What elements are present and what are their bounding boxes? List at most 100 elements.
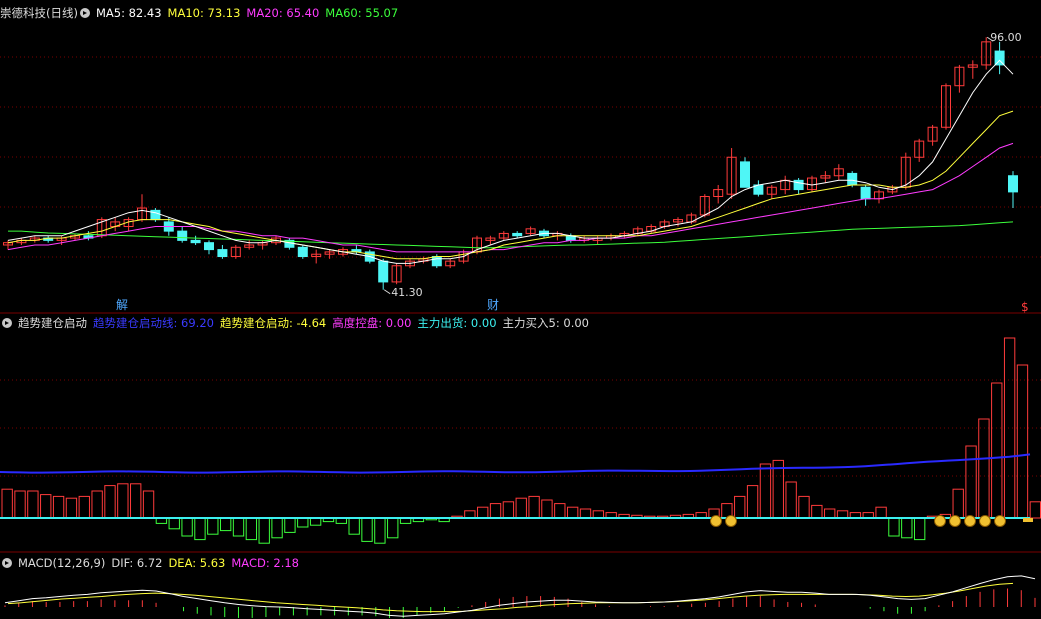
dif-line [4,575,1036,617]
indicator-bar [798,495,810,519]
high-price-label: 96.00 [990,31,1022,44]
indicator-bar [477,506,489,519]
indicator-bar [27,490,39,519]
stock-name: 崇德科技(日线) [0,6,78,20]
money-bag-icon [964,515,976,527]
indicator-bar [348,517,360,535]
indicator-bar [579,508,592,519]
indicator-bar [554,503,566,519]
indicator-bar [1,488,13,519]
indicator-bar [888,517,900,537]
indicator-bar [361,517,373,542]
indicator-bar [875,506,887,519]
trend-start-label: 趋势建仓启动: -4.64 [219,316,327,330]
ma20-label: MA20: 65.40 [246,6,320,20]
indicator-bar [130,483,142,519]
macd-name: MACD(12,26,9) [18,556,106,570]
signal-block [1023,518,1033,522]
indicator-bar [309,517,322,526]
settings-toggle-icon[interactable] [79,8,90,18]
grid-lines [0,56,1041,553]
indicator-header: 趋势建仓启动 趋势建仓启动线: 69.20 趋势建仓启动: -4.64 高度控盘: 0… [0,315,595,331]
indicator-name: 趋势建仓启动 [18,316,87,330]
indicator-bar [1003,337,1016,519]
indicator-bar [1016,364,1029,519]
indicator-bar [1029,501,1041,519]
candle-body [217,249,228,258]
indicator-bar [194,517,206,541]
ma60-label: MA60: 55.07 [325,6,399,20]
indicator-bar [297,517,309,528]
indicator-bar [78,495,90,519]
indicator-bar [592,510,605,519]
indicator-bar [824,508,836,519]
marker-dollar[interactable]: $ [1021,300,1029,314]
indicator-bar [515,497,527,519]
price-header: 崇德科技(日线) MA5: 82.43 MA10: 73.13 MA20: 65.40… [0,5,404,21]
indicator-bar [14,490,26,519]
money-bag-icon [994,515,1006,527]
candle-body [1008,175,1018,193]
indicator-panel[interactable] [0,337,1041,544]
ma10-label: MA10: 73.13 [167,6,241,20]
indicator-bar [502,501,515,519]
main-sell-label: 主力出货: 0.00 [417,316,497,330]
chart-labels: 96.00 41.30 解 财 $ [116,31,1029,314]
candle-body [860,186,871,200]
candle-body [190,239,201,244]
main-buy-label: 主力买入5: 0.00 [502,316,589,330]
money-bag-icon [979,515,991,527]
indicator-bar [271,517,283,539]
indicator-toggle-icon[interactable] [2,318,12,328]
money-bag-icon [934,515,946,527]
dea-label: DEA: 5.63 [168,556,226,570]
indicator-bar [284,517,296,533]
indicator-bar [219,517,232,532]
indicator-bar [387,517,399,539]
indicator-bar [52,495,65,519]
indicator-bar [913,517,926,541]
indicator-bar [978,418,990,519]
indicator-bar [104,485,116,519]
indicator-bar [374,517,386,544]
macd-header: MACD(12,26,9) DIF: 6.72 DEA: 5.63 MACD: 2.1… [0,555,305,571]
ma5-line [7,59,1014,264]
indicator-bar [207,517,219,535]
macd-panel[interactable] [4,575,1036,618]
indicator-bar [746,485,759,519]
indicator-bar [142,490,155,519]
candle-body [431,256,442,267]
indicator-bar [65,497,78,519]
indicator-bar [734,495,746,519]
indicator-bar [528,495,540,519]
indicator-bar [91,490,103,519]
indicator-bar [181,517,193,537]
candle-body [297,246,308,258]
money-bag-icon [949,515,961,527]
indicator-bar [811,504,823,519]
indicator-bar [40,494,52,519]
macd-value-label: MACD: 2.18 [231,556,299,570]
indicator-bar [836,510,849,519]
candle-body [512,232,523,237]
indicator-bar [901,517,913,539]
candle-body [378,260,389,283]
indicator-bar [541,499,553,519]
indicator-bar [759,463,772,519]
indicator-bar [168,517,180,530]
indicator-bar [489,503,502,519]
marker-jie[interactable]: 解 [116,298,128,312]
candle-body [204,242,214,251]
indicator-bar [952,488,964,519]
indicator-bar [965,445,977,519]
indicator-bar [566,506,579,519]
marker-cai[interactable]: 财 [487,298,499,312]
low-price-label: 41.30 [391,286,423,299]
macd-toggle-icon[interactable] [2,558,12,568]
dea-line [7,582,1014,613]
price-panel[interactable] [3,36,1018,295]
candle-body [847,172,858,186]
trend-line-label: 趋势建仓启动线: 69.20 [93,316,214,330]
indicator-bar [991,382,1003,519]
stock-chart[interactable]: 96.00 41.30 解 财 $ [0,0,1041,619]
